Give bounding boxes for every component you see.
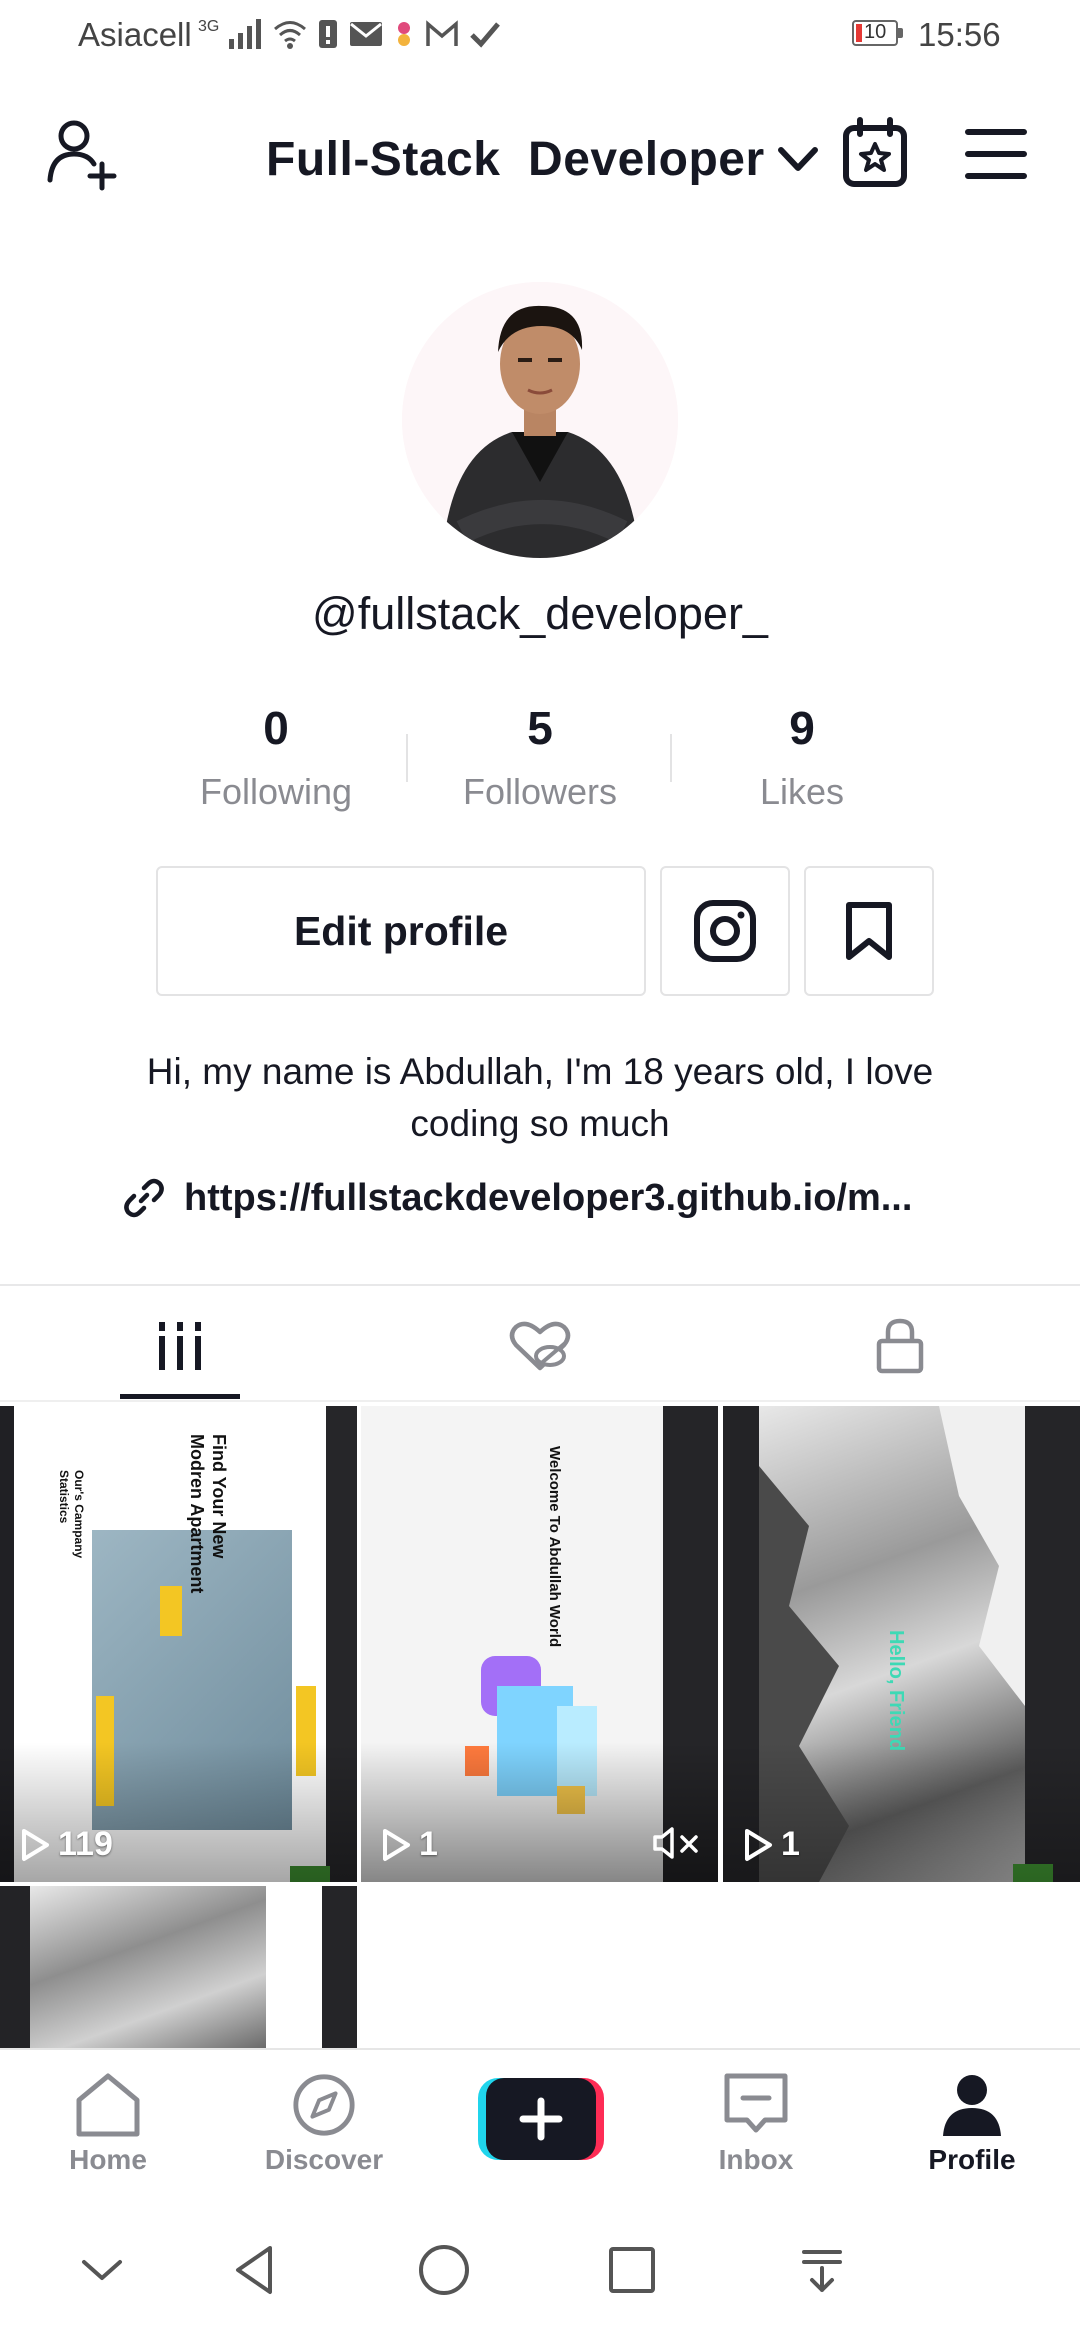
nav-label: Home (69, 2144, 147, 2175)
clock: 15:56 (918, 16, 1001, 53)
home-circle-icon[interactable] (414, 2240, 474, 2300)
nav-label: Inbox (718, 2144, 794, 2175)
home-icon (76, 2073, 140, 2137)
nav-label: Discover (264, 2144, 384, 2175)
tab-liked[interactable] (360, 1292, 720, 1400)
username: @fullstack_developer_ (312, 588, 768, 639)
nav-home[interactable]: Home (8, 2072, 208, 2182)
following-label: Following (199, 771, 353, 812)
inbox-icon (724, 2073, 788, 2133)
instagram-icon (694, 900, 756, 962)
stat-following[interactable]: 0 Following (156, 692, 396, 814)
stat-divider (406, 734, 408, 782)
tabs-divider (0, 1400, 1080, 1402)
thumb-text: Welcome To Abdullah World (546, 1446, 563, 1648)
likes-count: 9 (789, 702, 815, 754)
alert-icon (319, 20, 338, 48)
view-count-value: 1 (781, 1825, 800, 1863)
menu-button[interactable] (964, 126, 1028, 182)
hamburger-menu-icon (965, 129, 1027, 179)
play-icon (745, 1828, 772, 1861)
favorites-button[interactable] (804, 866, 934, 996)
network-type-label: 3G (198, 18, 220, 35)
nav-discover[interactable]: Discover (224, 2072, 424, 2182)
stat-followers[interactable]: 5 Followers (420, 692, 660, 814)
profile-avatar[interactable] (402, 282, 678, 558)
stat-divider (670, 734, 672, 782)
thumb-text: Modren Apartment (187, 1434, 207, 1594)
status-bar: Asiacell 3G 10 15:56 (0, 0, 1080, 72)
link-icon (124, 1178, 164, 1218)
view-count-value: 1 (419, 1825, 438, 1863)
wifi-icon (274, 21, 307, 49)
compass-icon (293, 2074, 355, 2136)
tab-videos[interactable] (0, 1292, 360, 1400)
bookmark-icon (846, 902, 892, 960)
collapse-icon[interactable] (72, 2240, 132, 2300)
add-user-icon (47, 120, 117, 191)
add-friend-button[interactable] (44, 114, 122, 192)
chevron-down-icon (777, 147, 818, 171)
carrier-name: Asiacell (78, 16, 192, 53)
check-icon (470, 22, 501, 48)
thumb-text: Statistics (57, 1470, 71, 1524)
view-count-value: 119 (58, 1825, 113, 1863)
muted-icon (653, 1827, 698, 1859)
account-switcher[interactable]: Full-Stack Developer (266, 124, 821, 194)
followers-count: 5 (527, 702, 553, 754)
battery-level: 10 (864, 21, 887, 43)
private-lock-icon (876, 1318, 924, 1374)
likes-label: Likes (759, 771, 845, 812)
battery-icon: 10 (852, 20, 906, 48)
create-video-button[interactable] (478, 2078, 604, 2160)
mail-icon (350, 22, 383, 46)
videos-grid-icon (159, 1322, 201, 1370)
back-icon[interactable] (226, 2240, 286, 2300)
link-text: https://fullstackdeveloper3.github.io/m.… (184, 1176, 913, 1219)
active-tab-indicator (120, 1394, 240, 1399)
liked-hidden-icon (509, 1321, 571, 1371)
view-count: 119 (20, 1825, 113, 1864)
plus-icon (519, 2097, 563, 2141)
thumb-text: Hello, Friend (885, 1630, 907, 1752)
system-navigation-bar (0, 2200, 1080, 2340)
stat-likes[interactable]: 9 Likes (682, 692, 922, 814)
profile-bio: Hi, my name is Abdullah, I'm 18 years ol… (146, 1051, 934, 1144)
gmail-icon (426, 20, 459, 46)
nav-profile[interactable]: Profile (872, 2072, 1072, 2182)
instagram-button[interactable] (660, 866, 790, 996)
thumb-text: Find Your New (209, 1434, 229, 1559)
status-icons: 3G (198, 14, 501, 54)
app-notification-icon (398, 22, 411, 46)
video-thumbnail[interactable]: Welcome To Abdullah World 1 (361, 1406, 718, 1882)
video-thumbnail[interactable] (0, 1886, 357, 2048)
play-icon (383, 1828, 410, 1861)
recents-icon[interactable] (602, 2240, 662, 2300)
thumb-text: Our's Campany (72, 1470, 86, 1559)
notification-pulldown-icon[interactable] (792, 2240, 852, 2300)
video-thumbnail[interactable]: Hello, Friend 1 (723, 1406, 1080, 1882)
view-count: 1 (381, 1825, 438, 1864)
edit-profile-button[interactable]: Edit profile (156, 866, 646, 996)
signal-icon (229, 19, 262, 49)
calendar-button[interactable] (842, 116, 908, 188)
profile-header: Full-Stack Developer (0, 72, 1080, 222)
profile-link[interactable]: https://fullstackdeveloper3.github.io/m.… (124, 1168, 912, 1228)
nav-inbox[interactable]: Inbox (656, 2072, 856, 2182)
section-divider (0, 1284, 1080, 1286)
avatar-photo (402, 282, 678, 558)
profile-icon (943, 2075, 1001, 2136)
following-count: 0 (263, 702, 289, 754)
profile-title: Full-Stack Developer (266, 132, 765, 186)
tab-private[interactable] (720, 1292, 1080, 1400)
video-thumbnail[interactable]: Find Your New Modren Apartment Our's Cam… (0, 1406, 357, 1882)
nav-label: Profile (928, 2144, 1016, 2175)
calendar-star-icon (843, 117, 907, 187)
view-count: 1 (743, 1825, 800, 1864)
followers-label: Followers (462, 771, 618, 812)
play-icon (22, 1828, 49, 1861)
